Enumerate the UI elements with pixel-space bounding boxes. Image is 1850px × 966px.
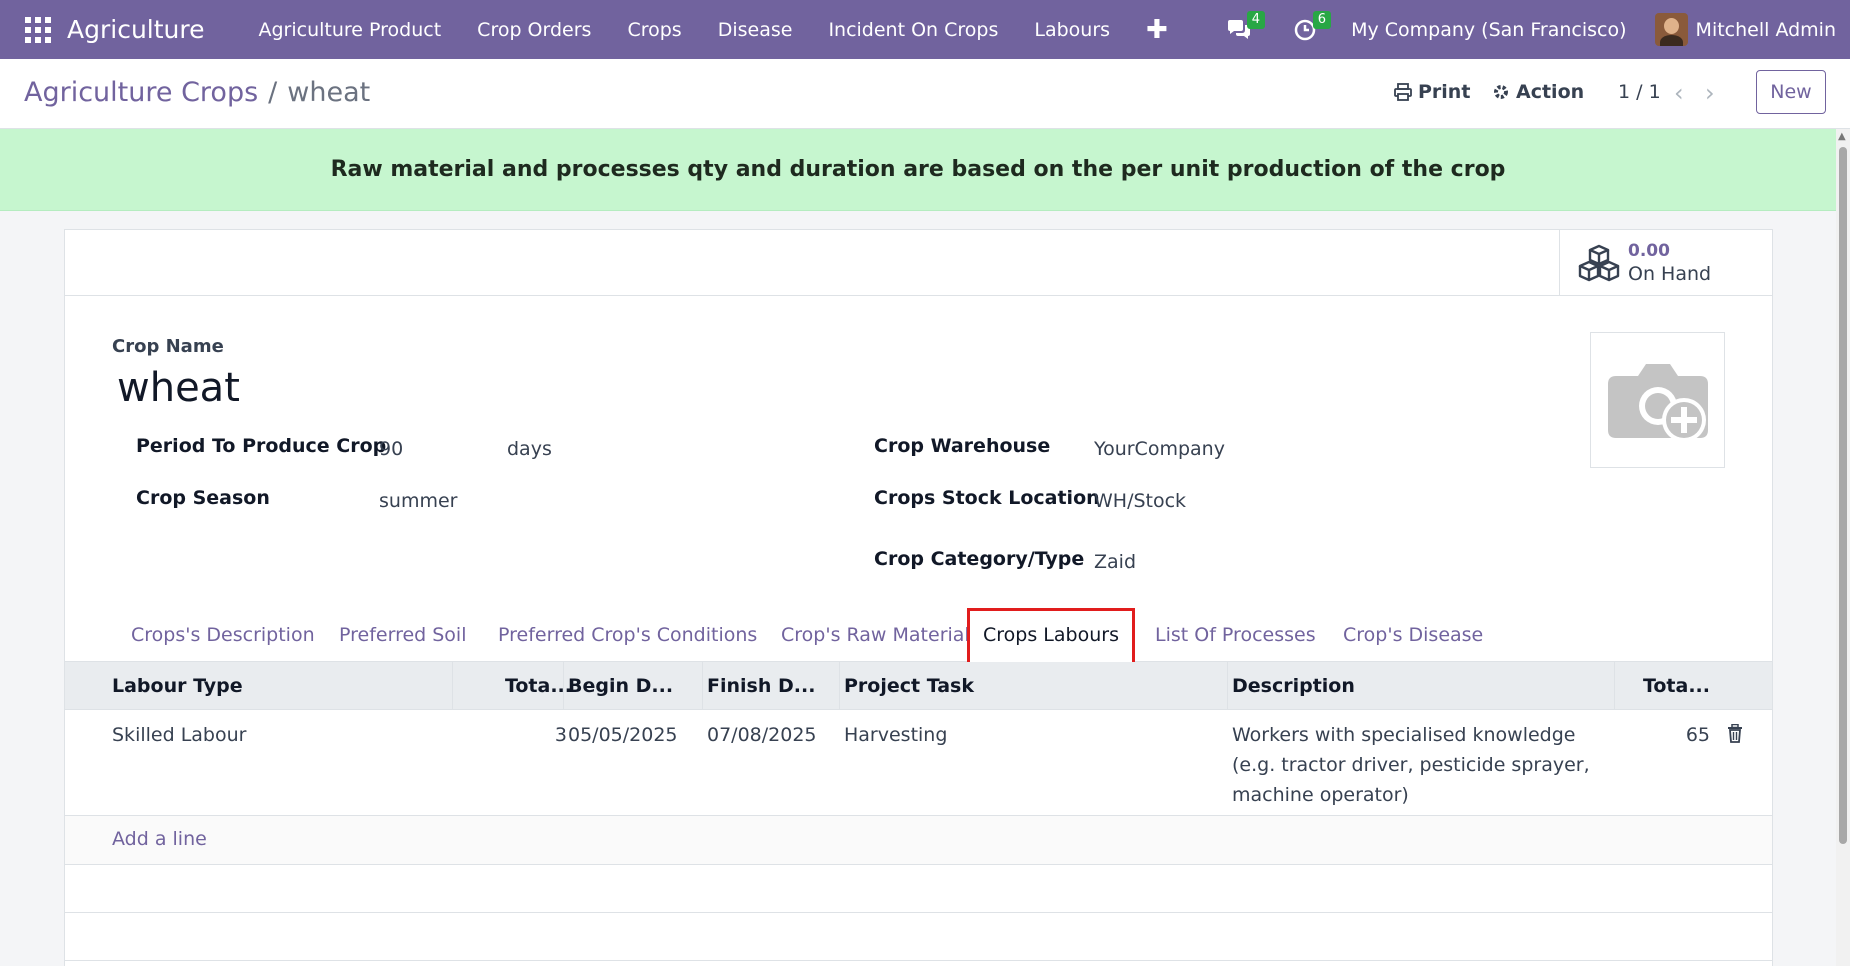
systray: 4 6 My Company (San Francisco) Mitchell … [1219,0,1850,59]
empty-list-row [65,865,1772,913]
add-line-row: Add a line [65,816,1772,865]
menu-labours[interactable]: Labours [1016,0,1128,59]
plus-icon[interactable]: ✚ [1128,15,1186,45]
tab-crops-labours[interactable]: Crops Labours [969,608,1133,662]
cubes-icon [1578,244,1620,282]
page-scrollbar[interactable]: ▲ [1836,129,1850,966]
crop-name-field[interactable]: wheat [117,365,240,411]
warehouse-label: Crop Warehouse [874,435,1051,457]
column-divider [1227,662,1228,710]
avatar[interactable] [1654,13,1688,46]
messages-count-badge: 4 [1246,11,1266,29]
empty-list-row [65,913,1772,961]
menu-incident-on-crops[interactable]: Incident On Crops [810,0,1016,59]
cell-labour-type[interactable]: Skilled Labour [112,720,246,750]
app-name[interactable]: Agriculture [67,15,205,44]
action-label: Action [1516,81,1585,103]
category-field[interactable]: Zaid [1094,551,1136,573]
season-label: Crop Season [136,487,270,509]
print-button[interactable]: Print [1394,81,1470,103]
tab-crops-description[interactable]: Crops's Description [131,608,315,662]
column-divider [452,662,453,710]
breadcrumb-current: wheat [287,77,371,108]
menu-disease[interactable]: Disease [700,0,811,59]
table-row[interactable]: Skilled Labour 3 05/05/2025 07/08/2025 H… [65,710,1772,816]
crop-name-label: Crop Name [112,336,224,357]
top-navbar: Agriculture Agriculture Product Crop Ord… [0,0,1850,59]
new-button[interactable]: New [1756,70,1826,114]
control-panel: Agriculture Crops / wheat Print Action 1… [0,59,1850,129]
tab-crops-disease[interactable]: Crop's Disease [1343,608,1483,662]
notebook-tabs: Crops's Description Preferred Soil Prefe… [65,608,1772,662]
pager-next-icon[interactable]: › [1705,79,1715,107]
messages-button[interactable]: 4 [1219,0,1266,59]
period-label: Period To Produce Crop [136,435,387,457]
scroll-up-arrow-icon[interactable]: ▲ [1838,131,1846,142]
breadcrumb-separator: / [268,77,278,108]
col-labour-type[interactable]: Labour Type [112,662,412,710]
button-box: 0.00 On Hand [65,230,1772,296]
user-menu[interactable]: Mitchell Admin [1696,19,1836,41]
tab-preferred-soil[interactable]: Preferred Soil [339,608,467,662]
col-description[interactable]: Description [1232,662,1532,710]
col-project-task[interactable]: Project Task [844,662,1144,710]
activities-button[interactable]: 6 [1285,0,1332,59]
on-hand-stat-button[interactable]: 0.00 On Hand [1559,230,1772,296]
camera-plus-icon [1607,364,1708,442]
print-label: Print [1418,81,1471,103]
company-switcher[interactable]: My Company (San Francisco) [1351,19,1626,41]
add-line-link[interactable]: Add a line [112,828,207,850]
menu-crops[interactable]: Crops [609,0,699,59]
cell-total[interactable]: 65 [1655,720,1710,750]
cell-project-task[interactable]: Harvesting [844,720,947,750]
period-unit: days [507,438,552,460]
column-divider [1614,662,1615,710]
cell-description[interactable]: Workers with specialised knowledge (e.g.… [1232,720,1607,810]
trash-icon[interactable] [1727,724,1743,743]
breadcrumb: Agriculture Crops / wheat [24,77,370,108]
scroll-thumb[interactable] [1839,147,1847,844]
gear-icon [1494,85,1508,99]
category-label: Crop Category/Type [874,548,1085,570]
column-divider [839,662,840,710]
main-menu: Agriculture Product Crop Orders Crops Di… [241,0,1186,59]
col-begin-date[interactable]: Begin D... [568,662,698,710]
info-alert: Raw material and processes qty and durat… [0,129,1836,211]
crop-image-upload[interactable] [1590,332,1725,468]
tab-preferred-conditions[interactable]: Preferred Crop's Conditions [498,608,757,662]
tab-list-of-processes[interactable]: List Of Processes [1155,608,1316,662]
app-menu-grid-icon[interactable] [25,16,51,43]
col-total[interactable]: Tota... [1630,662,1710,710]
pager-previous-icon[interactable]: ‹ [1674,79,1684,107]
period-field[interactable]: 90 [379,438,403,460]
season-field[interactable]: summer [379,490,457,512]
on-hand-label: On Hand [1628,263,1712,285]
breadcrumb-parent[interactable]: Agriculture Crops [24,77,258,108]
activities-count-badge: 6 [1312,11,1332,29]
warehouse-field[interactable]: YourCompany [1094,438,1225,460]
column-divider [563,662,564,710]
cell-total-qty[interactable]: 3 [495,720,567,750]
cell-begin-date[interactable]: 05/05/2025 [568,720,678,750]
tab-raw-material[interactable]: Crop's Raw Material [781,608,970,662]
menu-crop-orders[interactable]: Crop Orders [459,0,609,59]
menu-agriculture-product[interactable]: Agriculture Product [241,0,460,59]
cell-finish-date[interactable]: 07/08/2025 [707,720,817,750]
print-icon [1394,83,1412,101]
column-divider [702,662,703,710]
action-button[interactable]: Action [1492,81,1584,103]
form-sheet: 0.00 On Hand Crop Name wheat Period To P… [64,229,1773,966]
col-finish-date[interactable]: Finish D... [707,662,837,710]
col-total-qty[interactable]: Tota... [492,662,572,710]
stock-location-field[interactable]: WH/Stock [1094,490,1186,512]
stock-location-label: Crops Stock Location [874,487,1100,509]
on-hand-value: 0.00 [1628,241,1670,261]
labour-list-header: Labour Type Tota... Begin D... Finish D.… [65,662,1772,710]
pager-value[interactable]: 1 / 1 [1618,81,1661,103]
